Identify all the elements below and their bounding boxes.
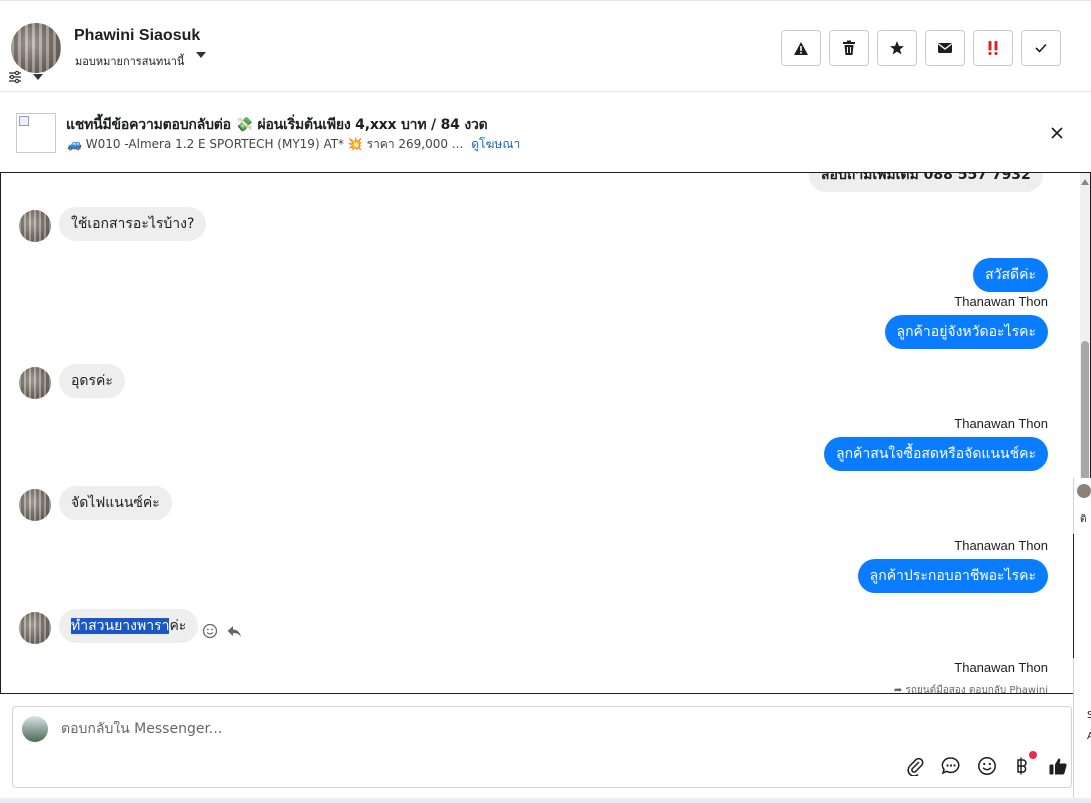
incoming-message: ใช้เอกสารอะไรบ้าง? bbox=[59, 207, 207, 241]
reply-composer bbox=[12, 706, 1072, 788]
outgoing-message: ลูกค้าสนใจซื้อสดหรือจัดแนนช์คะ bbox=[824, 437, 1048, 471]
filter-dropdown-chevron-icon[interactable] bbox=[33, 74, 43, 80]
incoming-message: อุดรค่ะ bbox=[59, 364, 125, 398]
saved-replies-button[interactable] bbox=[940, 755, 962, 777]
warning-icon bbox=[794, 41, 808, 55]
side-panel-avatar bbox=[1077, 484, 1091, 498]
payment-button[interactable] bbox=[1011, 751, 1037, 777]
contact-avatar-small[interactable] bbox=[19, 612, 51, 644]
ad-thumbnail-image[interactable] bbox=[16, 113, 56, 153]
emoji-react-icon[interactable] bbox=[202, 623, 218, 639]
sender-name: Thanawan Thon bbox=[954, 660, 1048, 675]
side-panel-edge-bordered bbox=[1073, 534, 1091, 660]
outgoing-message: สวัสดีค่ะ bbox=[973, 258, 1048, 292]
filter-settings-icon[interactable] bbox=[8, 70, 22, 84]
envelope-icon bbox=[938, 43, 952, 53]
page-avatar bbox=[22, 716, 48, 742]
conversation-header: Phawini Siaosuk มอบหมายการสนทนานี้ bbox=[0, 0, 1091, 92]
star-icon bbox=[890, 41, 904, 55]
double-exclamation-icon bbox=[988, 41, 998, 55]
like-button[interactable] bbox=[1047, 755, 1069, 777]
baht-currency-icon bbox=[1017, 757, 1027, 775]
message-text-rest: ค่ะ bbox=[169, 618, 187, 634]
side-panel-text: ติ bbox=[1080, 514, 1087, 525]
selected-text[interactable]: ทำสวนยางพารา bbox=[71, 618, 170, 634]
follow-up-priority-button[interactable] bbox=[973, 30, 1013, 66]
reply-input[interactable] bbox=[61, 721, 961, 737]
attach-button[interactable] bbox=[904, 755, 926, 777]
assign-dropdown-chevron-icon[interactable] bbox=[196, 52, 206, 58]
mark-done-button[interactable] bbox=[1021, 30, 1061, 66]
forwarded-reply-text: รถยนต์มือสอง ตอบกลับ Phawini bbox=[905, 685, 1048, 694]
delete-button[interactable] bbox=[829, 30, 869, 66]
contact-avatar-small[interactable] bbox=[19, 210, 51, 242]
contact-avatar[interactable] bbox=[11, 23, 61, 73]
emoji-button[interactable] bbox=[976, 755, 998, 777]
ad-subtitle-text: 🚙 W010 -Almera 1.2 E SPORTECH (MY19) AT*… bbox=[67, 137, 464, 151]
chat-bubble-dots-icon bbox=[941, 757, 960, 775]
star-button[interactable] bbox=[877, 30, 917, 66]
thumbs-up-icon bbox=[1049, 758, 1067, 775]
ad-title: แชทนี้มีข้อความตอบกลับต่อ 💸 ผ่อนเริ่มต้น… bbox=[66, 117, 488, 133]
contact-avatar-small[interactable] bbox=[19, 367, 51, 399]
sender-name: Thanawan Thon bbox=[954, 294, 1048, 309]
smiley-icon bbox=[978, 757, 996, 775]
message-thread[interactable]: สอบถามเพิ่มเติม 088 557 7932 ใช้เอกสารอะ… bbox=[0, 172, 1091, 694]
sender-name: Thanawan Thon bbox=[954, 538, 1048, 553]
trash-icon bbox=[843, 40, 855, 55]
window-bottom-strip bbox=[0, 798, 1091, 803]
side-panel-text: S bbox=[1087, 710, 1091, 721]
contact-name[interactable]: Phawini Siaosuk bbox=[74, 27, 200, 45]
side-panel-text: A bbox=[1087, 731, 1091, 742]
forwarded-reply-note: ➦ รถยนต์มือสอง ตอบกลับ Phawini bbox=[893, 683, 1048, 694]
paperclip-icon bbox=[907, 757, 924, 776]
incoming-message: จัดไฟแนนซ์ค่ะ bbox=[59, 486, 172, 520]
sender-name: Thanawan Thon bbox=[954, 416, 1048, 431]
ad-subtitle: 🚙 W010 -Almera 1.2 E SPORTECH (MY19) AT*… bbox=[67, 135, 520, 154]
close-icon[interactable] bbox=[1048, 124, 1066, 142]
forward-arrow-icon: ➦ bbox=[893, 685, 903, 694]
scroll-up-arrow-icon[interactable] bbox=[1081, 179, 1089, 185]
message-bubble-partial: สอบถามเพิ่มเติม 088 557 7932 bbox=[809, 173, 1043, 192]
contact-avatar-small[interactable] bbox=[19, 489, 51, 521]
view-ad-link[interactable]: ดูโฆษณา bbox=[471, 137, 520, 151]
mark-spam-button[interactable] bbox=[781, 30, 821, 66]
outgoing-message: ลูกค้าอยู่จังหวัดอะไรคะ bbox=[884, 315, 1048, 349]
outgoing-message: ลูกค้าประกอบอาชีพอะไรคะ bbox=[857, 559, 1048, 593]
notification-dot bbox=[1029, 751, 1037, 759]
ad-context-bar: แชทนี้มีข้อความตอบกลับต่อ 💸 ผ่อนเริ่มต้น… bbox=[0, 93, 1091, 171]
reply-arrow-icon[interactable] bbox=[226, 623, 242, 639]
checkmark-icon bbox=[1035, 43, 1047, 53]
assign-conversation-label[interactable]: มอบหมายการสนทนานี้ bbox=[75, 52, 184, 70]
mark-unread-button[interactable] bbox=[925, 30, 965, 66]
side-panel-edge-lower bbox=[1073, 658, 1091, 798]
incoming-message-selected[interactable]: ทำสวนยางพาราค่ะ bbox=[59, 609, 199, 643]
